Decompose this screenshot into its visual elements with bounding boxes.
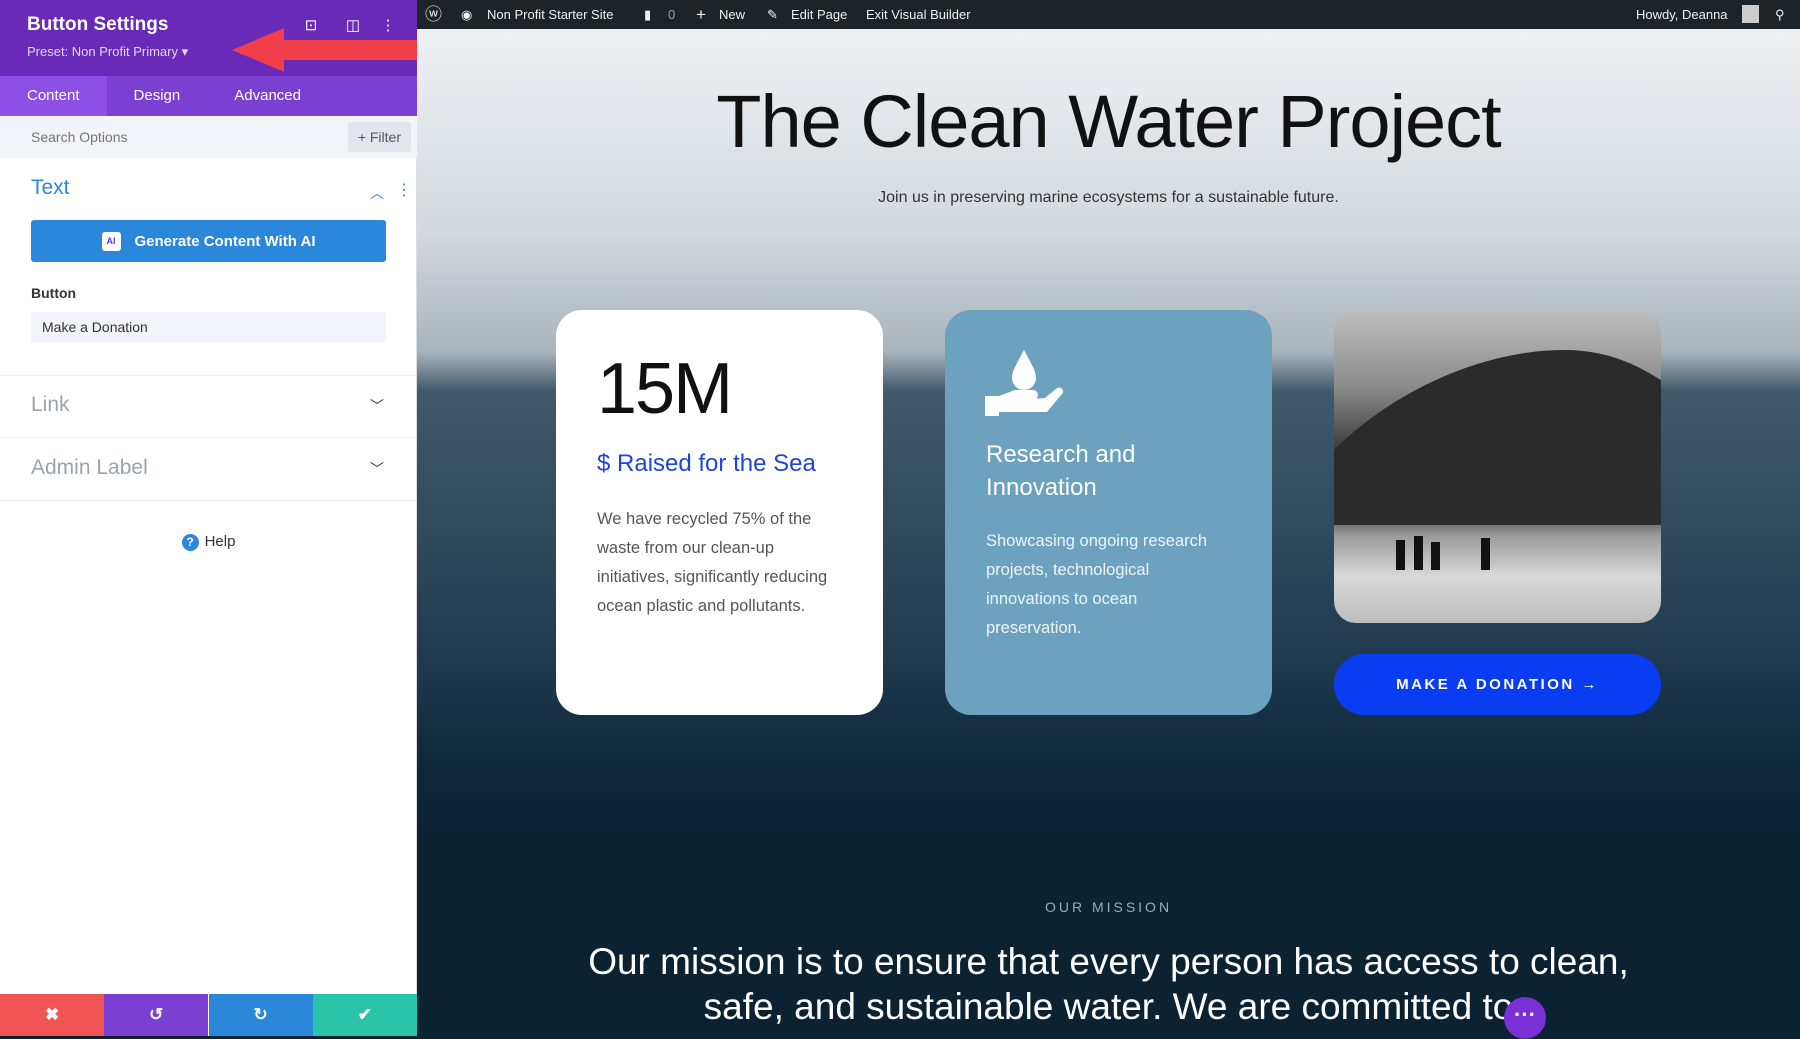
help-link[interactable]: ? Help: [0, 533, 417, 551]
generate-label: Generate Content With AI: [134, 232, 316, 250]
help-label: Help: [204, 533, 236, 550]
search-icon[interactable]: ⚲: [1775, 0, 1785, 29]
mission-eyebrow: OUR MISSION: [1044, 899, 1173, 915]
search-row: + Filter: [0, 116, 417, 158]
comments-count[interactable]: 0: [668, 0, 675, 29]
generate-ai-button[interactable]: AI Generate Content With AI: [31, 220, 386, 262]
new-link[interactable]: New: [719, 0, 745, 29]
section-admin-label-title[interactable]: Admin Label: [31, 456, 148, 480]
photo-silhouettes: [1334, 350, 1661, 570]
button-text-input[interactable]: Make a Donation: [31, 312, 386, 342]
research-card[interactable]: Research and Innovation Showcasing ongoi…: [945, 310, 1272, 715]
save-button[interactable]: ✔: [312, 994, 417, 1036]
chevron-down-icon[interactable]: ﹀: [370, 396, 384, 416]
red-arrow-annotation: [232, 28, 417, 72]
research-body: Showcasing ongoing research projects, te…: [986, 532, 1208, 637]
water-drop-hand-icon: [985, 350, 1063, 416]
panel-title: Button Settings: [27, 14, 169, 35]
page-canvas: The Clean Water Project Join us in prese…: [417, 29, 1800, 1039]
section-menu-icon[interactable]: ⋮: [396, 180, 412, 200]
site-name-link[interactable]: Non Profit Starter Site: [487, 0, 613, 29]
preset-dropdown[interactable]: Preset: Non Profit Primary ▾: [27, 44, 188, 60]
mission-text: Our mission is to ensure that every pers…: [588, 941, 1629, 1027]
filter-button[interactable]: + Filter: [347, 122, 411, 152]
wp-admin-bar: ⓦ ◉ Non Profit Starter Site ▮ 0 + New ✎ …: [417, 0, 1800, 29]
site-icon: ◉: [461, 7, 473, 22]
pencil-icon: ✎: [767, 7, 778, 22]
avatar[interactable]: [1742, 5, 1759, 23]
undo-button[interactable]: ↺: [104, 994, 209, 1036]
divider: [0, 375, 417, 376]
stat-heading: $ Raised for the Sea: [597, 450, 816, 477]
stat-value: 15M: [597, 349, 733, 429]
divider: [0, 437, 417, 438]
ai-icon: AI: [101, 231, 121, 251]
settings-panel: Button Settings Preset: Non Profit Prima…: [0, 0, 417, 1036]
stat-body: We have recycled 75% of the waste from o…: [597, 510, 828, 615]
tab-content[interactable]: Content: [0, 76, 107, 116]
wordpress-logo-icon[interactable]: ⓦ: [425, 0, 442, 29]
edit-page-link[interactable]: Edit Page: [791, 0, 847, 29]
discard-button[interactable]: ✖: [0, 994, 105, 1036]
make-donation-button[interactable]: MAKE A DONATION →: [1334, 654, 1661, 715]
search-input[interactable]: [18, 122, 318, 152]
tab-advanced[interactable]: Advanced: [207, 76, 328, 116]
section-link-title[interactable]: Link: [31, 393, 70, 417]
plus-icon: +: [696, 5, 706, 24]
page-title: The Clean Water Project: [716, 80, 1501, 163]
help-icon: ?: [181, 534, 199, 551]
panel-tabs: Content Design Advanced: [0, 76, 417, 116]
divider: [0, 500, 417, 501]
beach-people-photo[interactable]: [1334, 310, 1661, 623]
more-dots-button[interactable]: ···: [1504, 997, 1546, 1039]
section-text-title[interactable]: Text: [31, 176, 70, 200]
stat-card[interactable]: 15M $ Raised for the Sea We have recycle…: [556, 310, 883, 715]
tab-design[interactable]: Design: [107, 76, 208, 116]
button-field-label: Button: [31, 285, 77, 301]
redo-button[interactable]: ↻: [208, 994, 313, 1036]
page-subtitle: Join us in preserving marine ecosystems …: [878, 189, 1339, 206]
exit-visual-builder-link[interactable]: Exit Visual Builder: [866, 0, 971, 29]
panel-header: Button Settings Preset: Non Profit Prima…: [0, 0, 417, 76]
chevron-down-icon[interactable]: ﹀: [370, 459, 384, 479]
comments-icon[interactable]: ▮: [644, 0, 651, 29]
howdy-user[interactable]: Howdy, Deanna: [1636, 0, 1728, 29]
research-heading: Research and Innovation: [986, 441, 1136, 501]
chevron-up-icon[interactable]: ︿: [370, 183, 384, 203]
